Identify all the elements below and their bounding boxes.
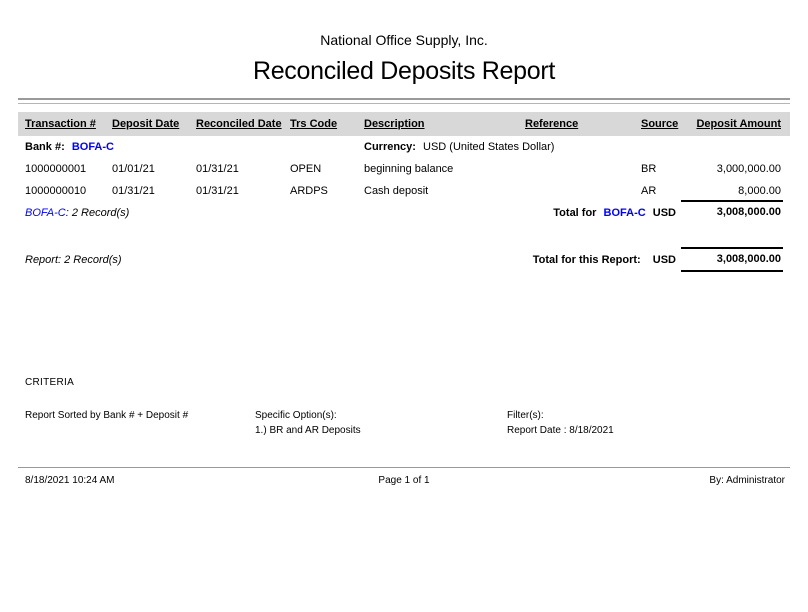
report-page: National Office Supply, Inc. Reconciled … <box>0 0 808 612</box>
footer-divider <box>18 467 790 468</box>
column-header-reconciled-date: Reconciled Date <box>196 118 290 130</box>
footer-page-number: Page 1 of 1 <box>0 475 808 486</box>
company-name: National Office Supply, Inc. <box>0 32 808 48</box>
cell-transaction: 1000000010 <box>25 185 112 197</box>
column-header-reference: Reference <box>525 118 641 130</box>
title-divider-top-line <box>18 98 790 100</box>
cell-trs-code: ARDPS <box>290 185 364 197</box>
bank-total-bank-link[interactable]: BOFA-C <box>604 207 646 219</box>
cell-deposit-amount: 3,000,000.00 <box>694 163 781 175</box>
cell-description: beginning balance <box>364 163 525 175</box>
column-header-deposit-amount: Deposit Amount <box>694 118 781 130</box>
cell-deposit-date: 01/01/21 <box>112 163 196 175</box>
cell-reference <box>525 185 641 197</box>
criteria-specific-options-label: Specific Option(s): <box>255 408 361 423</box>
footer-author: By: Administrator <box>709 475 785 486</box>
bank-record-count-text: : 2 Record(s) <box>66 207 130 219</box>
table-row: 1000000010 01/31/21 01/31/21 ARDPS Cash … <box>18 185 790 197</box>
cell-deposit-amount: 8,000.00 <box>694 185 781 197</box>
bank-total-label: Total for BOFA-C USD <box>380 207 676 219</box>
criteria-specific-options: Specific Option(s): 1.) BR and AR Deposi… <box>255 408 361 438</box>
criteria-filters: Filter(s): Report Date : 8/18/2021 <box>507 408 614 438</box>
title-divider-bottom-line <box>18 103 790 104</box>
report-total-label-text: Total for this Report: <box>533 254 641 266</box>
currency-value: USD (United States Dollar) <box>423 141 554 153</box>
bank-number-label: Bank #: <box>25 141 65 153</box>
report-total-currency: USD <box>653 254 676 266</box>
bank-total-currency: USD <box>653 207 676 219</box>
bank-total-label-text: Total for <box>553 207 596 219</box>
criteria-specific-options-value: 1.) BR and AR Deposits <box>255 423 361 438</box>
bank-group-label: Bank #: BOFA-C <box>25 141 114 153</box>
bank-number-link[interactable]: BOFA-C <box>72 141 114 153</box>
currency-label: Currency: <box>364 141 416 153</box>
report-total-amount: 3,008,000.00 <box>681 247 783 272</box>
cell-reconciled-date: 01/31/21 <box>196 163 290 175</box>
criteria-filters-label: Filter(s): <box>507 408 614 423</box>
cell-source: BR <box>641 163 694 175</box>
bank-record-count-link[interactable]: BOFA-C <box>25 207 66 219</box>
column-header-description: Description <box>364 118 525 130</box>
column-header-deposit-date: Deposit Date <box>112 118 196 130</box>
column-header-trs-code: Trs Code <box>290 118 364 130</box>
cell-reconciled-date: 01/31/21 <box>196 185 290 197</box>
bank-record-count: BOFA-C: 2 Record(s) <box>25 207 129 219</box>
report-record-count: Report: 2 Record(s) <box>25 254 122 266</box>
cell-transaction: 1000000001 <box>25 163 112 175</box>
cell-trs-code: OPEN <box>290 163 364 175</box>
cell-deposit-date: 01/31/21 <box>112 185 196 197</box>
bank-total-amount: 3,008,000.00 <box>681 200 783 218</box>
title-divider <box>18 98 790 104</box>
column-header-transaction: Transaction # <box>25 118 112 130</box>
criteria-sorted-by: Report Sorted by Bank # + Deposit # <box>25 408 188 423</box>
cell-description: Cash deposit <box>364 185 525 197</box>
column-header-source: Source <box>641 118 694 130</box>
criteria-filters-value: Report Date : 8/18/2021 <box>507 423 614 438</box>
currency-label-line: Currency: USD (United States Dollar) <box>364 141 554 153</box>
table-row: 1000000001 01/01/21 01/31/21 OPEN beginn… <box>18 163 790 175</box>
cell-source: AR <box>641 185 694 197</box>
table-header-row: Transaction # Deposit Date Reconciled Da… <box>18 112 790 136</box>
cell-reference <box>525 163 641 175</box>
page-title: Reconciled Deposits Report <box>0 57 808 86</box>
report-total-label: Total for this Report: USD <box>380 254 676 266</box>
criteria-heading: CRITERIA <box>25 377 74 388</box>
